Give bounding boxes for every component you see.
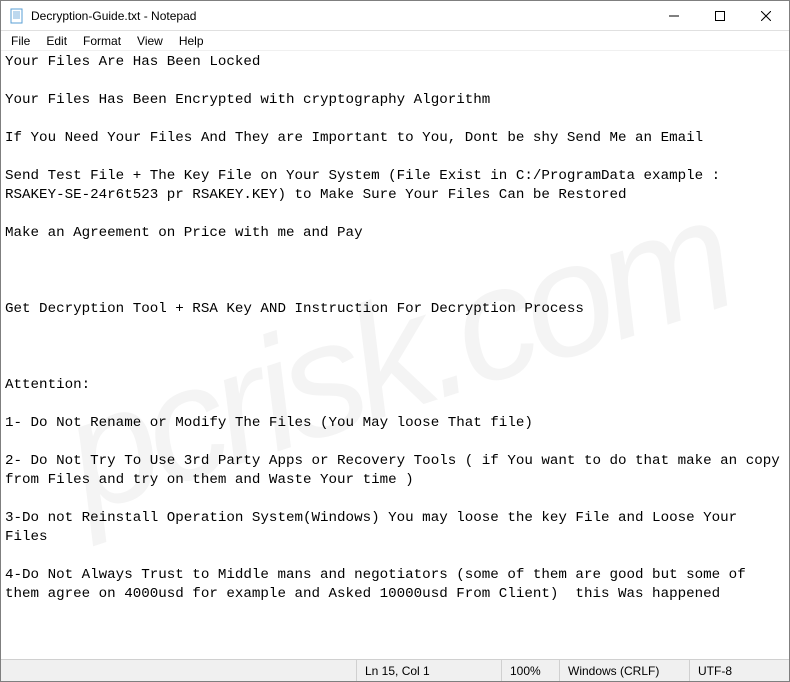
titlebar-left: Decryption-Guide.txt - Notepad	[1, 8, 196, 24]
menubar: File Edit Format View Help	[1, 31, 789, 51]
statusbar: Ln 15, Col 1 100% Windows (CRLF) UTF-8	[1, 659, 789, 681]
minimize-button[interactable]	[651, 1, 697, 31]
status-spacer	[1, 660, 356, 681]
status-lineending: Windows (CRLF)	[559, 660, 689, 681]
titlebar: Decryption-Guide.txt - Notepad	[1, 1, 789, 31]
window-controls	[651, 1, 789, 31]
document-text: Your Files Are Has Been Locked Your File…	[5, 54, 788, 659]
window-title: Decryption-Guide.txt - Notepad	[31, 9, 196, 23]
menu-file[interactable]: File	[3, 33, 38, 49]
maximize-button[interactable]	[697, 1, 743, 31]
menu-edit[interactable]: Edit	[38, 33, 75, 49]
status-position: Ln 15, Col 1	[356, 660, 501, 681]
watermark: pcrisk.com	[67, 240, 724, 470]
menu-format[interactable]: Format	[75, 33, 129, 49]
status-encoding: UTF-8	[689, 660, 789, 681]
text-area[interactable]: Your Files Are Has Been Locked Your File…	[1, 51, 789, 659]
notepad-window: Decryption-Guide.txt - Notepad File Edit…	[0, 0, 790, 682]
close-button[interactable]	[743, 1, 789, 31]
menu-view[interactable]: View	[129, 33, 171, 49]
notepad-icon	[9, 8, 25, 24]
status-zoom: 100%	[501, 660, 559, 681]
menu-help[interactable]: Help	[171, 33, 212, 49]
